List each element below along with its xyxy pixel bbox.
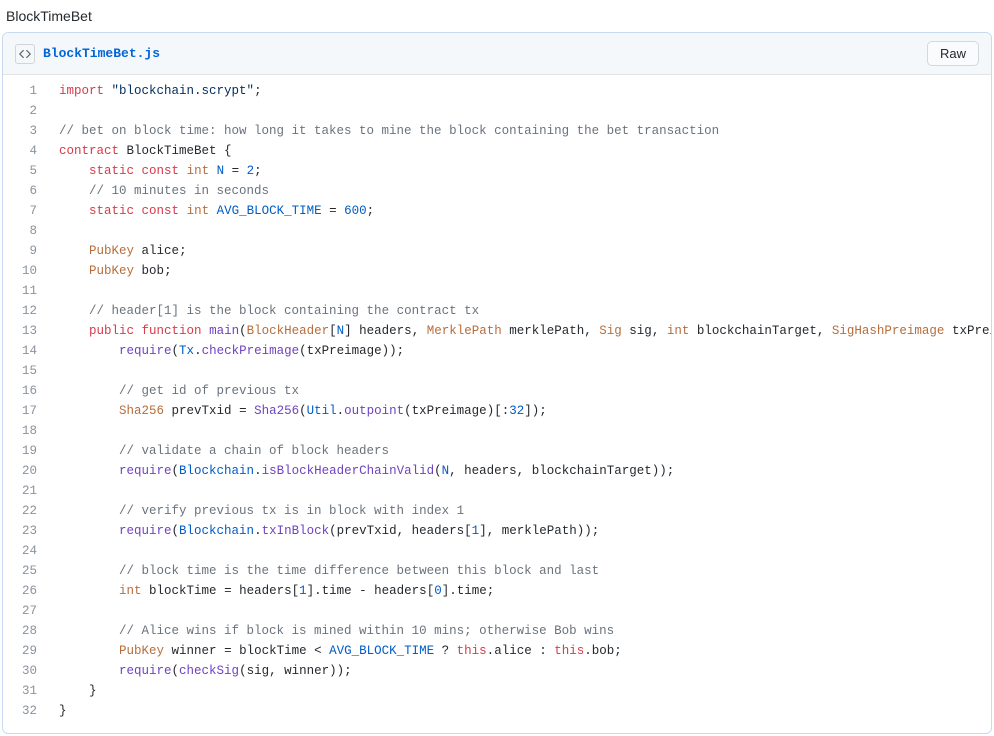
file-name-link[interactable]: BlockTimeBet.js xyxy=(43,46,160,61)
code-area: 1234567891011121314151617181920212223242… xyxy=(3,75,991,733)
file-box: BlockTimeBet.js Raw 12345678910111213141… xyxy=(2,32,992,734)
line-number: 6 xyxy=(3,181,45,201)
code-line: int blockTime = headers[1].time - header… xyxy=(59,581,991,601)
page-title: BlockTimeBet xyxy=(2,2,992,32)
line-number: 5 xyxy=(3,161,45,181)
code-line: // Alice wins if block is mined within 1… xyxy=(59,621,991,641)
line-number: 23 xyxy=(3,521,45,541)
line-number: 4 xyxy=(3,141,45,161)
line-number: 28 xyxy=(3,621,45,641)
line-number: 25 xyxy=(3,561,45,581)
code-line: require(Tx.checkPreimage(txPreimage)); xyxy=(59,341,991,361)
code-line: static const int AVG_BLOCK_TIME = 600; xyxy=(59,201,991,221)
code-line: } xyxy=(59,701,991,721)
code-line: } xyxy=(59,681,991,701)
line-number: 21 xyxy=(3,481,45,501)
code-line: PubKey bob; xyxy=(59,261,991,281)
line-number: 17 xyxy=(3,401,45,421)
code-line: // 10 minutes in seconds xyxy=(59,181,991,201)
line-number: 19 xyxy=(3,441,45,461)
code-file-icon xyxy=(15,44,35,64)
code-line xyxy=(59,481,991,501)
line-number: 20 xyxy=(3,461,45,481)
line-number: 10 xyxy=(3,261,45,281)
line-number: 1 xyxy=(3,81,45,101)
line-number-gutter: 1234567891011121314151617181920212223242… xyxy=(3,75,55,727)
code-line xyxy=(59,361,991,381)
line-number: 3 xyxy=(3,121,45,141)
line-number: 8 xyxy=(3,221,45,241)
code-line: static const int N = 2; xyxy=(59,161,991,181)
code-line: // bet on block time: how long it takes … xyxy=(59,121,991,141)
line-number: 29 xyxy=(3,641,45,661)
code-line: Sha256 prevTxid = Sha256(Util.outpoint(t… xyxy=(59,401,991,421)
code-line xyxy=(59,421,991,441)
line-number: 13 xyxy=(3,321,45,341)
code-line xyxy=(59,601,991,621)
code-line xyxy=(59,221,991,241)
code-line: require(Blockchain.isBlockHeaderChainVal… xyxy=(59,461,991,481)
code-line: require(Blockchain.txInBlock(prevTxid, h… xyxy=(59,521,991,541)
code-line: // verify previous tx is in block with i… xyxy=(59,501,991,521)
code-line: // header[1] is the block containing the… xyxy=(59,301,991,321)
line-number: 22 xyxy=(3,501,45,521)
line-number: 12 xyxy=(3,301,45,321)
line-number: 11 xyxy=(3,281,45,301)
code-line: PubKey winner = blockTime < AVG_BLOCK_TI… xyxy=(59,641,991,661)
code-content[interactable]: import "blockchain.scrypt"; // bet on bl… xyxy=(55,75,991,727)
line-number: 31 xyxy=(3,681,45,701)
code-line: contract BlockTimeBet { xyxy=(59,141,991,161)
line-number: 14 xyxy=(3,341,45,361)
code-line: require(checkSig(sig, winner)); xyxy=(59,661,991,681)
code-line: public function main(BlockHeader[N] head… xyxy=(59,321,991,341)
code-line: // validate a chain of block headers xyxy=(59,441,991,461)
file-header: BlockTimeBet.js Raw xyxy=(3,33,991,75)
line-number: 7 xyxy=(3,201,45,221)
line-number: 9 xyxy=(3,241,45,261)
code-line xyxy=(59,541,991,561)
code-line: // block time is the time difference bet… xyxy=(59,561,991,581)
code-line: // get id of previous tx xyxy=(59,381,991,401)
code-line xyxy=(59,281,991,301)
file-header-left: BlockTimeBet.js xyxy=(15,44,160,64)
line-number: 26 xyxy=(3,581,45,601)
code-line: PubKey alice; xyxy=(59,241,991,261)
line-number: 15 xyxy=(3,361,45,381)
line-number: 27 xyxy=(3,601,45,621)
line-number: 18 xyxy=(3,421,45,441)
line-number: 24 xyxy=(3,541,45,561)
code-line: import "blockchain.scrypt"; xyxy=(59,81,991,101)
line-number: 30 xyxy=(3,661,45,681)
raw-button[interactable]: Raw xyxy=(927,41,979,66)
line-number: 2 xyxy=(3,101,45,121)
line-number: 16 xyxy=(3,381,45,401)
code-line xyxy=(59,101,991,121)
line-number: 32 xyxy=(3,701,45,721)
